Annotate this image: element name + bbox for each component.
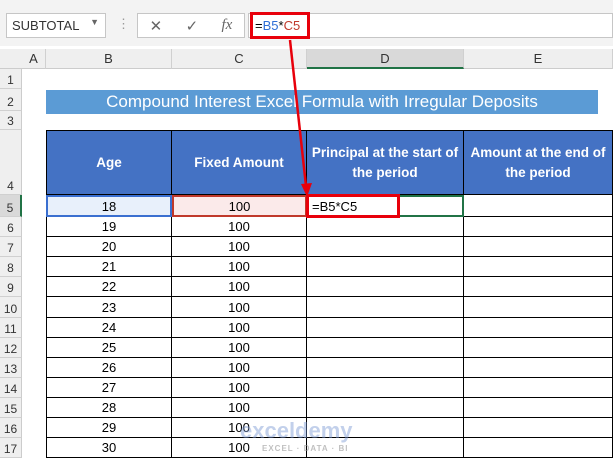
annotation-arrow xyxy=(288,39,312,197)
watermark-logo: exceldemy EXCEL · DATA · BI xyxy=(240,418,353,453)
